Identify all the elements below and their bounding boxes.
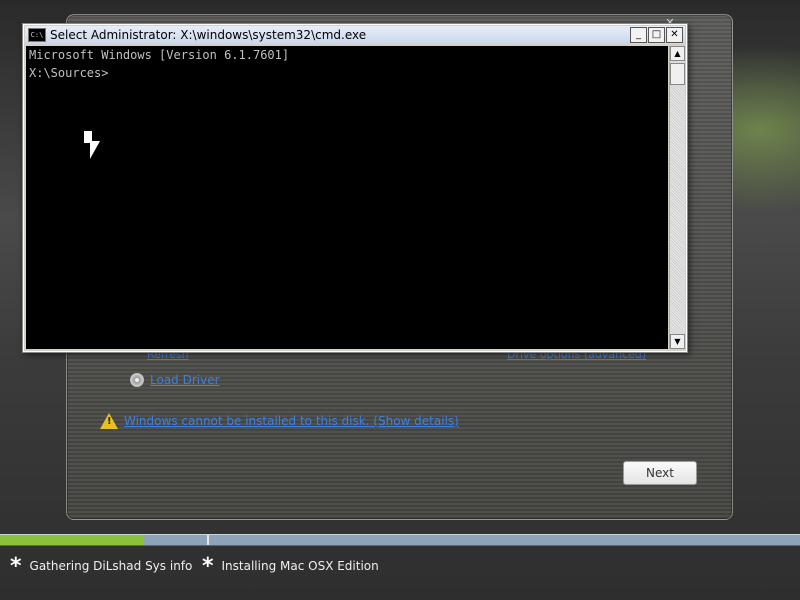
- warning-text: Windows cannot be installed to this disk…: [124, 414, 459, 428]
- close-icon[interactable]: ✕: [666, 27, 683, 43]
- progress-fill: [0, 535, 144, 545]
- status-step-label: Gathering DiLshad Sys info: [29, 559, 193, 573]
- scroll-up-icon[interactable]: ▲: [670, 46, 685, 61]
- status-step-1: * Gathering DiLshad Sys info: [10, 554, 193, 579]
- warning-icon: !: [100, 413, 118, 429]
- console-line: Microsoft Windows [Version 6.1.7601]: [29, 48, 290, 62]
- cmd-window-title: Select Administrator: X:\windows\system3…: [50, 28, 367, 42]
- progress-divider: [207, 535, 209, 545]
- next-button[interactable]: Next: [623, 461, 697, 485]
- next-label: Next: [646, 466, 674, 480]
- load-driver-link[interactable]: Load Driver: [130, 373, 220, 387]
- scroll-down-icon[interactable]: ▼: [670, 334, 685, 349]
- console-output[interactable]: Microsoft Windows [Version 6.1.7601] X:\S…: [26, 46, 668, 349]
- status-step-2: * Installing Mac OSX Edition: [202, 554, 379, 579]
- setup-progress-bar: [0, 534, 800, 546]
- cmd-titlebar[interactable]: C:\ Select Administrator: X:\windows\sys…: [25, 26, 685, 44]
- asterisk-icon: *: [10, 554, 22, 579]
- asterisk-icon: *: [202, 554, 214, 579]
- vertical-scrollbar[interactable]: ▲ ▼: [669, 46, 685, 349]
- load-driver-label: Load Driver: [150, 373, 220, 387]
- status-step-label: Installing Mac OSX Edition: [221, 559, 379, 573]
- minimize-icon[interactable]: _: [630, 27, 647, 43]
- install-warning[interactable]: ! Windows cannot be installed to this di…: [100, 413, 459, 429]
- disk-icon: [130, 373, 144, 387]
- cmd-window[interactable]: C:\ Select Administrator: X:\windows\sys…: [22, 23, 688, 353]
- window-controls: _ □ ✕: [630, 27, 683, 43]
- scroll-thumb[interactable]: [670, 63, 685, 85]
- maximize-icon[interactable]: □: [648, 27, 665, 43]
- cmd-app-icon: C:\: [28, 28, 46, 42]
- console-prompt: X:\Sources>: [29, 66, 109, 80]
- mouse-pointer-icon: [90, 141, 100, 159]
